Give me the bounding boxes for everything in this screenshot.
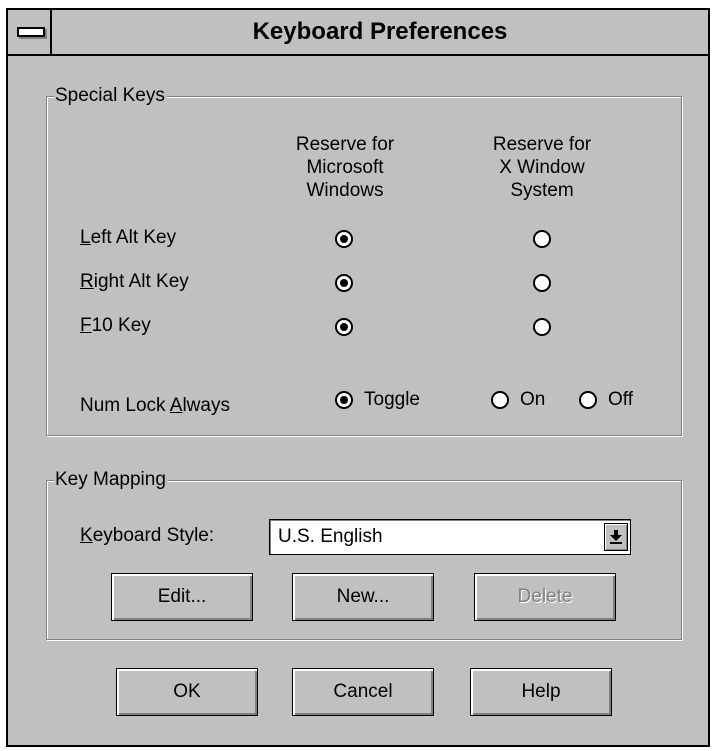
system-menu-icon bbox=[17, 27, 45, 37]
num-lock-off-radio[interactable] bbox=[579, 391, 597, 409]
f10-x-window-radio[interactable] bbox=[533, 318, 551, 336]
num-lock-off-label[interactable]: Off bbox=[608, 389, 633, 411]
right-alt-ms-windows-radio[interactable] bbox=[335, 274, 353, 292]
right-alt-x-window-radio[interactable] bbox=[533, 274, 551, 292]
num-lock-on-radio[interactable] bbox=[491, 391, 509, 409]
right-alt-key-label: Right Alt Key bbox=[80, 271, 189, 292]
left-alt-x-window-radio[interactable] bbox=[533, 230, 551, 248]
column-header-x-window-system: Reserve for X Window System bbox=[492, 134, 592, 201]
key-mapping-legend: Key Mapping bbox=[54, 469, 168, 491]
key-mapping-group: Key Mapping Keyboard Style: U.S. English… bbox=[46, 469, 682, 640]
system-menu-button[interactable] bbox=[8, 10, 52, 54]
num-lock-toggle-label[interactable]: Toggle bbox=[364, 389, 420, 411]
keyboard-preferences-dialog: Keyboard Preferences Special Keys Reserv… bbox=[6, 8, 710, 747]
special-keys-group: Special Keys Reserve for Microsoft Windo… bbox=[46, 85, 682, 436]
column-header-microsoft-windows: Reserve for Microsoft Windows bbox=[295, 134, 395, 201]
f10-key-label: F10 Key bbox=[80, 315, 151, 336]
help-button[interactable]: Help bbox=[470, 668, 612, 716]
edit-button[interactable]: Edit... bbox=[111, 573, 253, 621]
num-lock-always-label: Num Lock Always bbox=[80, 395, 230, 416]
f10-ms-windows-radio[interactable] bbox=[335, 318, 353, 336]
dropdown-button[interactable] bbox=[604, 523, 628, 551]
title-bar[interactable]: Keyboard Preferences bbox=[8, 10, 708, 56]
num-lock-on-label[interactable]: On bbox=[520, 389, 545, 411]
delete-button[interactable]: Delete bbox=[474, 573, 616, 621]
keyboard-style-value: U.S. English bbox=[278, 526, 383, 547]
ok-button[interactable]: OK bbox=[116, 668, 258, 716]
keyboard-style-select[interactable]: U.S. English bbox=[269, 519, 631, 555]
left-alt-ms-windows-radio[interactable] bbox=[335, 230, 353, 248]
special-keys-legend: Special Keys bbox=[54, 85, 167, 107]
window-title: Keyboard Preferences bbox=[252, 18, 508, 45]
new-button[interactable]: New... bbox=[292, 573, 434, 621]
keyboard-style-label: Keyboard Style: bbox=[80, 525, 215, 546]
num-lock-toggle-radio[interactable] bbox=[335, 391, 353, 409]
dropdown-arrow-icon bbox=[610, 530, 622, 544]
left-alt-key-label: Left Alt Key bbox=[80, 227, 177, 248]
cancel-button[interactable]: Cancel bbox=[292, 668, 434, 716]
